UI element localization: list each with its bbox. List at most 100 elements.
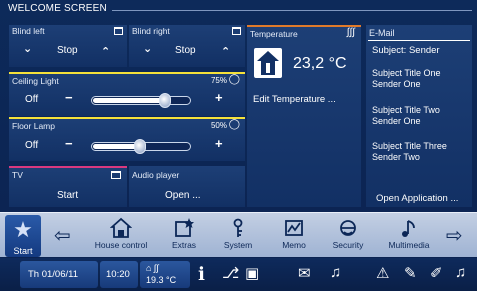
bottom-nav-bar: ⇦ House control Extras System Memo Secur… — [0, 212, 477, 257]
accent-line — [9, 72, 245, 74]
open-application-button[interactable]: Open Application ... — [376, 193, 458, 204]
welcome-screen: WELCOME SCREEN Blind left ⌄ Stop ⌃ Blind… — [0, 0, 477, 291]
email-item[interactable]: Subject Title One Sender One — [372, 68, 441, 90]
tv-start-button[interactable]: Start — [57, 190, 78, 201]
date-box: Th 01/06/11 — [20, 261, 98, 288]
nav-label: Multimedia — [388, 240, 430, 250]
blind-left-down-button[interactable]: ⌄ — [23, 42, 32, 55]
accent-line — [9, 166, 127, 168]
nav-house-control[interactable]: House control — [90, 213, 152, 258]
accent-line — [247, 25, 361, 27]
nav-label: Extras — [171, 240, 197, 250]
pin-icon[interactable]: ⎇ — [222, 264, 239, 282]
speaker-icon[interactable]: ♫ — [455, 264, 466, 281]
email-subject: Subject Title Three — [372, 141, 447, 151]
mail-icon[interactable]: ✉ — [298, 264, 311, 282]
email-sender: Sender Two — [372, 152, 420, 162]
info-icon[interactable]: ℹ — [198, 264, 205, 285]
slider-fill — [93, 144, 141, 149]
nav-system[interactable]: System — [218, 213, 258, 258]
nav-memo[interactable]: Memo — [272, 213, 316, 258]
ceiling-light-plus-button[interactable]: + — [215, 90, 223, 105]
start-label: Start — [13, 246, 33, 256]
nav-security[interactable]: Security — [326, 213, 370, 258]
accent-line — [9, 117, 245, 119]
blind-left-stop-button[interactable]: Stop — [57, 45, 78, 56]
slider-knob[interactable] — [158, 93, 171, 108]
system-icon — [233, 218, 243, 237]
ceiling-light-off-button[interactable]: Off — [25, 94, 38, 105]
blind-left-label: Blind left — [12, 26, 45, 36]
blind-right-stop-button[interactable]: Stop — [175, 45, 196, 56]
nav-label: System — [223, 240, 253, 250]
star-icon: ★ — [13, 217, 33, 242]
house-heat-icon: ⌂ ∫∫ — [146, 263, 159, 273]
blind-right-tile: Blind right ⌄ Stop ⌃ — [129, 25, 245, 67]
warning-icon[interactable]: ⚠ — [376, 264, 389, 282]
edit-temperature-button[interactable]: Edit Temperature ... — [253, 94, 336, 105]
email-item[interactable]: Subject Title Three Sender Two — [372, 141, 447, 163]
nav-label: Security — [332, 240, 364, 250]
email-divider — [368, 40, 470, 41]
temperature-tile: Temperature ∫∫∫ 23,2 °C Edit Temperature… — [247, 25, 361, 207]
title-divider — [112, 10, 472, 11]
tv-tile: TV Start — [9, 166, 127, 207]
audio-player-label: Audio player — [132, 170, 180, 180]
audio-open-button[interactable]: Open ... — [165, 190, 201, 201]
memo-status-icon[interactable]: ✎ — [404, 264, 417, 282]
tv-icon — [111, 171, 121, 179]
email-label: E-Mail — [369, 28, 395, 38]
floor-lamp-plus-button[interactable]: + — [215, 136, 223, 151]
title-bar: WELCOME SCREEN — [2, 3, 474, 17]
nav-label: House control — [94, 240, 148, 250]
floor-lamp-label: Floor Lamp — [12, 121, 55, 131]
start-button[interactable]: ★ Start — [5, 215, 41, 257]
slider-knob[interactable] — [134, 139, 146, 154]
floor-lamp-percent: 50% — [210, 121, 227, 130]
bulb-icon: ◯ — [228, 74, 240, 85]
door-lock-icon[interactable]: ▣ — [245, 264, 259, 282]
page-title: WELCOME SCREEN — [8, 3, 107, 14]
blind-right-down-button[interactable]: ⌄ — [143, 42, 152, 55]
status-bar: Th 01/06/11 10:20 ⌂ ∫∫ 19.3 °C ℹ ⎇ ▣ ✉ ♫… — [0, 258, 477, 291]
floor-lamp-minus-button[interactable]: − — [65, 136, 73, 151]
email-header: Subject: Sender — [372, 45, 440, 56]
status-temperature: 19.3 °C — [146, 275, 177, 285]
extras-icon — [175, 218, 194, 237]
email-item[interactable]: Subject Title Two Sender One — [372, 105, 440, 127]
heat-icon: ∫∫∫ — [346, 27, 355, 38]
house-temperature-icon — [254, 48, 282, 78]
music-icon[interactable]: ♫ — [330, 264, 341, 281]
security-icon — [340, 220, 356, 236]
floor-lamp-off-button[interactable]: Off — [25, 140, 38, 151]
tv-label: TV — [12, 170, 23, 180]
status-time: 10:20 — [106, 269, 130, 280]
ceiling-light-minus-button[interactable]: − — [65, 90, 73, 105]
ceiling-light-label: Ceiling Light — [12, 76, 59, 86]
email-sender: Sender One — [372, 79, 421, 89]
memo-icon — [285, 220, 303, 236]
ceiling-light-slider[interactable] — [91, 93, 191, 108]
nav-prev-arrow-icon[interactable]: ⇦ — [54, 223, 71, 248]
brush-icon[interactable]: ✐ — [430, 264, 443, 282]
blind-right-up-button[interactable]: ⌃ — [221, 45, 230, 58]
window-icon — [232, 27, 241, 35]
floor-lamp-slider[interactable] — [91, 139, 191, 154]
nav-multimedia[interactable]: Multimedia — [384, 213, 434, 258]
temperature-label: Temperature — [250, 29, 298, 39]
nav-next-arrow-icon[interactable]: ⇨ — [446, 223, 463, 248]
status-date: Th 01/06/11 — [28, 269, 79, 280]
time-box: 10:20 — [100, 261, 138, 288]
temperature-status-box: ⌂ ∫∫ 19.3 °C — [140, 261, 190, 288]
temperature-value: 23,2 °C — [293, 55, 347, 72]
bulb-icon: ◯ — [228, 119, 240, 130]
blind-right-label: Blind right — [132, 26, 170, 36]
email-subject: Subject Title One — [372, 68, 441, 78]
email-tile: E-Mail Subject: Sender Subject Title One… — [366, 25, 472, 207]
blind-left-tile: Blind left ⌄ Stop ⌃ — [9, 25, 127, 67]
email-subject: Subject Title Two — [372, 105, 440, 115]
ceiling-light-percent: 75% — [210, 76, 227, 85]
audio-player-tile: Audio player Open ... — [129, 166, 245, 207]
nav-extras[interactable]: Extras — [164, 213, 204, 258]
blind-left-up-button[interactable]: ⌃ — [101, 45, 110, 58]
